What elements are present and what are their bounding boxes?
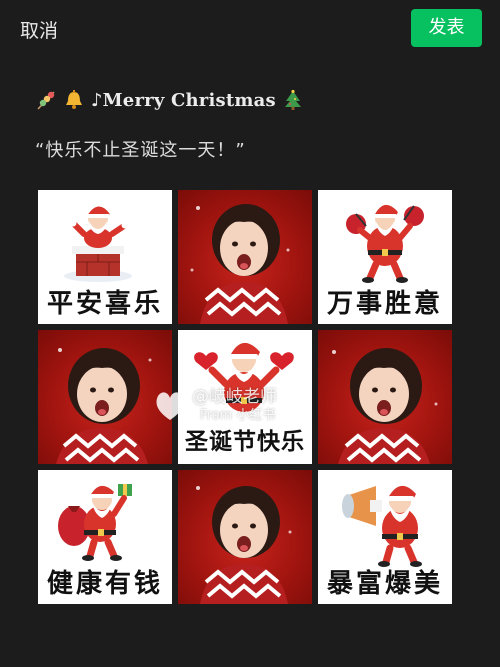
sticker-caption: 万事胜意: [326, 289, 443, 319]
bell-icon: [66, 90, 82, 109]
grid-image-1[interactable]: 平安喜乐: [38, 190, 172, 324]
post-quote-text[interactable]: “快乐不止圣诞这一天！”: [35, 136, 246, 162]
cancel-button[interactable]: 取消: [20, 16, 58, 43]
sticker-caption: 圣诞节快乐: [185, 429, 305, 455]
tanghulu-icon: [37, 91, 55, 110]
christmas-tree-icon: [284, 89, 301, 110]
child-photo: [196, 486, 292, 604]
grid-image-4[interactable]: [38, 330, 172, 464]
grid-image-8[interactable]: [178, 470, 312, 604]
grid-image-6[interactable]: [318, 330, 452, 464]
sticker-caption: 平安喜乐: [46, 289, 163, 319]
grid-image-7[interactable]: 健康有钱: [38, 470, 172, 604]
child-photo: [332, 348, 438, 464]
sticker-caption: 健康有钱: [46, 569, 163, 599]
grid-image-2[interactable]: [178, 190, 312, 324]
child-photo: [190, 204, 290, 324]
grid-image-9[interactable]: 暴富爆美: [318, 470, 452, 604]
child-photo: [56, 348, 152, 464]
publish-button[interactable]: 发表: [411, 9, 482, 47]
image-grid: 平安喜乐 万事胜意 圣诞节快乐 健康有钱 暴富爆美: [38, 190, 453, 604]
grid-image-3[interactable]: 万事胜意: [318, 190, 452, 324]
grid-image-5[interactable]: 圣诞节快乐: [178, 330, 312, 464]
sticker-caption: 暴富爆美: [326, 569, 443, 599]
post-title-text: ♪Merry Christmas: [91, 89, 276, 111]
post-title-line[interactable]: ♪Merry Christmas: [35, 86, 304, 114]
top-bar: 取消 发表: [0, 0, 500, 58]
